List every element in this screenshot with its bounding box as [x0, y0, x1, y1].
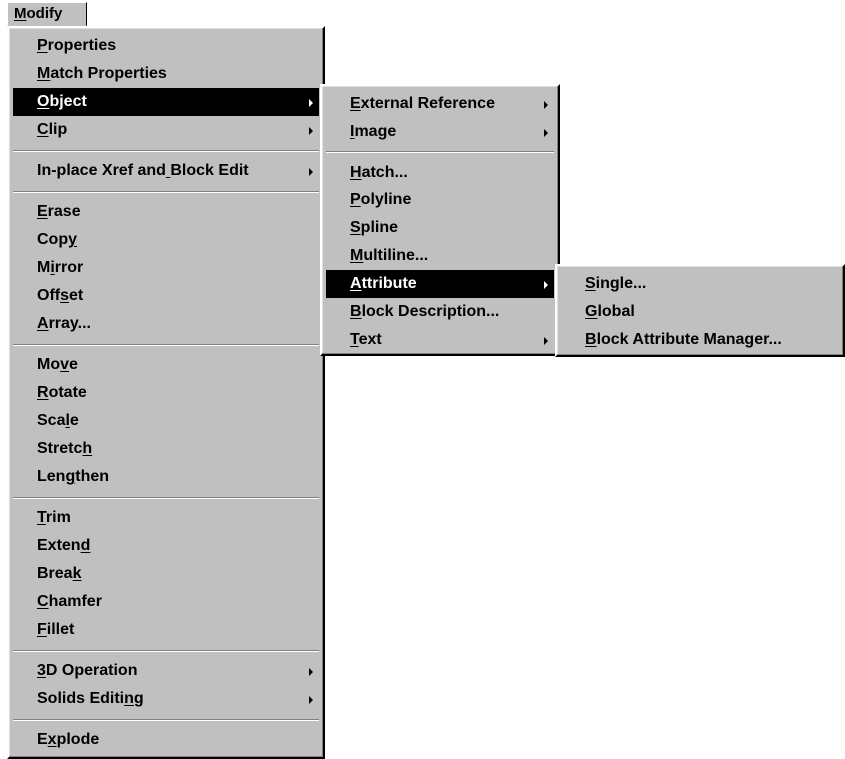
submenu-arrow-icon — [309, 696, 313, 704]
menu-item-label: Multiline... — [350, 247, 429, 264]
menu-item-attribute[interactable]: Attribute — [326, 270, 554, 298]
menu-item-spline[interactable]: Spline — [326, 214, 554, 242]
menu-item-block-attribute-manager[interactable]: Block Attribute Manager... — [561, 326, 839, 354]
menu-item-properties[interactable]: Properties — [13, 32, 319, 60]
submenu-arrow-icon — [544, 101, 548, 109]
menu-item-block-description[interactable]: Block Description... — [326, 298, 554, 326]
menu-item-array[interactable]: Array... — [13, 310, 319, 338]
menu-item-rotate[interactable]: Rotate — [13, 379, 319, 407]
menu-item-label: In-place Xref and Block Edit — [37, 162, 249, 179]
menu-separator — [326, 151, 554, 153]
submenu-arrow-icon — [544, 129, 548, 137]
menu-item-copy[interactable]: Copy — [13, 226, 319, 254]
menu-item-fillet[interactable]: Fillet — [13, 616, 319, 644]
menu-item-break[interactable]: Break — [13, 560, 319, 588]
menu-item-inplace-xref[interactable]: In-place Xref and Block Edit — [13, 157, 319, 185]
menu-item-label: Move — [37, 356, 78, 373]
menubar-modify-label: Modify — [14, 5, 63, 22]
menu-item-label: External Reference — [350, 95, 495, 112]
menu-item-hatch[interactable]: Hatch... — [326, 159, 554, 187]
menu-item-lengthen[interactable]: Lengthen — [13, 463, 319, 491]
menu-item-erase[interactable]: Erase — [13, 198, 319, 226]
submenu-arrow-icon — [309, 99, 313, 107]
menu-item-label: Attribute — [350, 275, 417, 292]
menu-item-external-reference[interactable]: External Reference — [326, 90, 554, 118]
menu-item-label: Break — [37, 565, 82, 582]
submenu-arrow-icon — [544, 281, 548, 289]
menu-item-chamfer[interactable]: Chamfer — [13, 588, 319, 616]
menu-item-label: Properties — [37, 37, 117, 54]
menu-item-global[interactable]: Global — [561, 298, 839, 326]
menu-separator — [13, 719, 319, 721]
submenu-arrow-icon — [309, 127, 313, 135]
modify-menu: Properties Match Properties Object Clip … — [7, 26, 325, 759]
menu-item-label: Block Attribute Manager... — [585, 331, 782, 348]
menu-item-label: Global — [585, 303, 635, 320]
menu-item-explode[interactable]: Explode — [13, 726, 319, 754]
attribute-submenu: Single... Global Block Attribute Manager… — [555, 264, 845, 357]
menu-item-label: Block Description... — [350, 303, 500, 320]
menu-item-mirror[interactable]: Mirror — [13, 254, 319, 282]
menu-item-label: Scale — [37, 412, 79, 429]
menu-item-label: Fillet — [37, 621, 75, 638]
menu-item-clip[interactable]: Clip — [13, 116, 319, 144]
menu-item-image[interactable]: Image — [326, 118, 554, 146]
menu-item-label: Solids Editing — [37, 690, 144, 707]
menu-item-multiline[interactable]: Multiline... — [326, 242, 554, 270]
menu-item-label: Extend — [37, 537, 91, 554]
menu-item-label: Offset — [37, 287, 84, 304]
menu-item-label: Erase — [37, 203, 81, 220]
menubar-modify[interactable]: Modify — [7, 2, 87, 26]
menu-separator — [13, 344, 319, 346]
menu-item-move[interactable]: Move — [13, 351, 319, 379]
menu-separator — [13, 191, 319, 193]
menu-item-polyline[interactable]: Polyline — [326, 186, 554, 214]
submenu-arrow-icon — [544, 337, 548, 345]
menu-item-label: Stretch — [37, 440, 93, 457]
menu-item-object[interactable]: Object — [13, 88, 319, 116]
menu-item-label: Hatch... — [350, 164, 408, 181]
menu-item-label: Explode — [37, 731, 100, 748]
menu-item-label: Text — [350, 331, 382, 348]
menu-item-match-properties[interactable]: Match Properties — [13, 60, 319, 88]
menu-item-label: Array... — [37, 315, 91, 332]
menu-item-label: Lengthen — [37, 468, 110, 485]
menu-item-label: 3D Operation — [37, 662, 138, 679]
menu-item-label: Mirror — [37, 259, 84, 276]
menu-item-label: Match Properties — [37, 65, 167, 82]
menu-item-label: Clip — [37, 121, 68, 138]
menu-item-solids-editing[interactable]: Solids Editing — [13, 685, 319, 713]
menu-item-label: Single... — [585, 275, 647, 292]
menu-item-offset[interactable]: Offset — [13, 282, 319, 310]
submenu-arrow-icon — [309, 168, 313, 176]
menu-separator — [13, 497, 319, 499]
menu-item-text[interactable]: Text — [326, 326, 554, 354]
menu-item-scale[interactable]: Scale — [13, 407, 319, 435]
menu-item-stretch[interactable]: Stretch — [13, 435, 319, 463]
menu-separator — [13, 150, 319, 152]
menu-separator — [13, 650, 319, 652]
menu-item-label: Chamfer — [37, 593, 102, 610]
menu-item-label: Copy — [37, 231, 78, 248]
menu-item-trim[interactable]: Trim — [13, 504, 319, 532]
menu-item-single[interactable]: Single... — [561, 270, 839, 298]
object-submenu: External Reference Image Hatch... Polyli… — [320, 84, 560, 356]
submenu-arrow-icon — [309, 668, 313, 676]
menu-item-extend[interactable]: Extend — [13, 532, 319, 560]
menu-item-label: Image — [350, 123, 397, 140]
menu-item-label: Polyline — [350, 191, 412, 208]
menu-item-3d-operation[interactable]: 3D Operation — [13, 657, 319, 685]
menu-item-label: Trim — [37, 509, 71, 526]
menu-item-label: Rotate — [37, 384, 87, 401]
menu-item-label: Object — [37, 93, 87, 110]
menu-item-label: Spline — [350, 219, 399, 236]
